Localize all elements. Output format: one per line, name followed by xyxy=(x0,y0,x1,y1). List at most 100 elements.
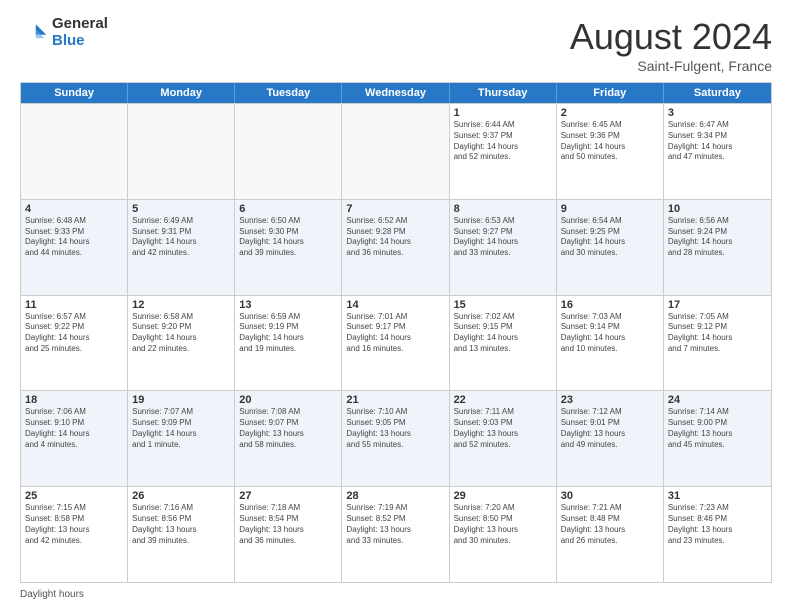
day-cell-9: 9Sunrise: 6:54 AM Sunset: 9:25 PM Daylig… xyxy=(557,200,664,295)
day-info: Sunrise: 6:44 AM Sunset: 9:37 PM Dayligh… xyxy=(454,120,552,163)
footer-label: Daylight hours xyxy=(20,589,84,600)
day-info: Sunrise: 6:54 AM Sunset: 9:25 PM Dayligh… xyxy=(561,216,659,259)
day-cell-1: 1Sunrise: 6:44 AM Sunset: 9:37 PM Daylig… xyxy=(450,104,557,199)
day-number: 18 xyxy=(25,394,123,406)
day-number: 6 xyxy=(239,203,337,215)
day-number: 14 xyxy=(346,299,444,311)
day-number: 20 xyxy=(239,394,337,406)
day-number: 13 xyxy=(239,299,337,311)
logo-blue-text: Blue xyxy=(52,33,108,50)
day-cell-16: 16Sunrise: 7:03 AM Sunset: 9:14 PM Dayli… xyxy=(557,296,664,391)
header-day-monday: Monday xyxy=(128,83,235,103)
day-info: Sunrise: 6:48 AM Sunset: 9:33 PM Dayligh… xyxy=(25,216,123,259)
day-number: 22 xyxy=(454,394,552,406)
day-info: Sunrise: 6:45 AM Sunset: 9:36 PM Dayligh… xyxy=(561,120,659,163)
day-cell-29: 29Sunrise: 7:20 AM Sunset: 8:50 PM Dayli… xyxy=(450,487,557,582)
day-cell-7: 7Sunrise: 6:52 AM Sunset: 9:28 PM Daylig… xyxy=(342,200,449,295)
day-cell-13: 13Sunrise: 6:59 AM Sunset: 9:19 PM Dayli… xyxy=(235,296,342,391)
day-cell-2: 2Sunrise: 6:45 AM Sunset: 9:36 PM Daylig… xyxy=(557,104,664,199)
day-number: 9 xyxy=(561,203,659,215)
day-info: Sunrise: 7:18 AM Sunset: 8:54 PM Dayligh… xyxy=(239,503,337,546)
day-number: 15 xyxy=(454,299,552,311)
day-number: 4 xyxy=(25,203,123,215)
day-info: Sunrise: 6:52 AM Sunset: 9:28 PM Dayligh… xyxy=(346,216,444,259)
day-number: 24 xyxy=(668,394,767,406)
day-number: 10 xyxy=(668,203,767,215)
subtitle: Saint-Fulgent, France xyxy=(570,58,772,74)
day-info: Sunrise: 7:21 AM Sunset: 8:48 PM Dayligh… xyxy=(561,503,659,546)
day-number: 8 xyxy=(454,203,552,215)
header-day-friday: Friday xyxy=(557,83,664,103)
logo-icon xyxy=(20,19,48,47)
day-info: Sunrise: 7:12 AM Sunset: 9:01 PM Dayligh… xyxy=(561,407,659,450)
calendar-body: 1Sunrise: 6:44 AM Sunset: 9:37 PM Daylig… xyxy=(21,103,771,582)
day-cell-15: 15Sunrise: 7:02 AM Sunset: 9:15 PM Dayli… xyxy=(450,296,557,391)
day-cell-22: 22Sunrise: 7:11 AM Sunset: 9:03 PM Dayli… xyxy=(450,391,557,486)
header-day-tuesday: Tuesday xyxy=(235,83,342,103)
day-cell-5: 5Sunrise: 6:49 AM Sunset: 9:31 PM Daylig… xyxy=(128,200,235,295)
header: General Blue August 2024 Saint-Fulgent, … xyxy=(20,16,772,74)
footer: Daylight hours xyxy=(20,589,772,600)
day-number: 16 xyxy=(561,299,659,311)
calendar-header: SundayMondayTuesdayWednesdayThursdayFrid… xyxy=(21,83,771,103)
calendar: SundayMondayTuesdayWednesdayThursdayFrid… xyxy=(20,82,772,583)
day-info: Sunrise: 7:20 AM Sunset: 8:50 PM Dayligh… xyxy=(454,503,552,546)
day-info: Sunrise: 7:10 AM Sunset: 9:05 PM Dayligh… xyxy=(346,407,444,450)
day-info: Sunrise: 7:15 AM Sunset: 8:58 PM Dayligh… xyxy=(25,503,123,546)
day-cell-4: 4Sunrise: 6:48 AM Sunset: 9:33 PM Daylig… xyxy=(21,200,128,295)
day-number: 17 xyxy=(668,299,767,311)
day-info: Sunrise: 7:06 AM Sunset: 9:10 PM Dayligh… xyxy=(25,407,123,450)
header-day-sunday: Sunday xyxy=(21,83,128,103)
day-number: 11 xyxy=(25,299,123,311)
day-cell-30: 30Sunrise: 7:21 AM Sunset: 8:48 PM Dayli… xyxy=(557,487,664,582)
day-info: Sunrise: 7:11 AM Sunset: 9:03 PM Dayligh… xyxy=(454,407,552,450)
day-cell-24: 24Sunrise: 7:14 AM Sunset: 9:00 PM Dayli… xyxy=(664,391,771,486)
logo-general-text: General xyxy=(52,16,108,33)
header-day-thursday: Thursday xyxy=(450,83,557,103)
day-cell-31: 31Sunrise: 7:23 AM Sunset: 8:46 PM Dayli… xyxy=(664,487,771,582)
day-number: 25 xyxy=(25,490,123,502)
day-info: Sunrise: 7:05 AM Sunset: 9:12 PM Dayligh… xyxy=(668,312,767,355)
day-number: 23 xyxy=(561,394,659,406)
day-cell-10: 10Sunrise: 6:56 AM Sunset: 9:24 PM Dayli… xyxy=(664,200,771,295)
day-cell-11: 11Sunrise: 6:57 AM Sunset: 9:22 PM Dayli… xyxy=(21,296,128,391)
day-number: 19 xyxy=(132,394,230,406)
day-number: 21 xyxy=(346,394,444,406)
day-info: Sunrise: 6:58 AM Sunset: 9:20 PM Dayligh… xyxy=(132,312,230,355)
day-cell-6: 6Sunrise: 6:50 AM Sunset: 9:30 PM Daylig… xyxy=(235,200,342,295)
day-info: Sunrise: 6:53 AM Sunset: 9:27 PM Dayligh… xyxy=(454,216,552,259)
calendar-row-5: 25Sunrise: 7:15 AM Sunset: 8:58 PM Dayli… xyxy=(21,486,771,582)
calendar-row-4: 18Sunrise: 7:06 AM Sunset: 9:10 PM Dayli… xyxy=(21,390,771,486)
day-number: 30 xyxy=(561,490,659,502)
day-info: Sunrise: 7:16 AM Sunset: 8:56 PM Dayligh… xyxy=(132,503,230,546)
day-number: 5 xyxy=(132,203,230,215)
day-number: 12 xyxy=(132,299,230,311)
day-info: Sunrise: 7:01 AM Sunset: 9:17 PM Dayligh… xyxy=(346,312,444,355)
day-cell-8: 8Sunrise: 6:53 AM Sunset: 9:27 PM Daylig… xyxy=(450,200,557,295)
day-number: 29 xyxy=(454,490,552,502)
empty-cell xyxy=(235,104,342,199)
logo: General Blue xyxy=(20,16,108,49)
day-number: 2 xyxy=(561,107,659,119)
empty-cell xyxy=(128,104,235,199)
day-number: 27 xyxy=(239,490,337,502)
day-cell-14: 14Sunrise: 7:01 AM Sunset: 9:17 PM Dayli… xyxy=(342,296,449,391)
month-title: August 2024 xyxy=(570,16,772,58)
day-number: 26 xyxy=(132,490,230,502)
day-cell-28: 28Sunrise: 7:19 AM Sunset: 8:52 PM Dayli… xyxy=(342,487,449,582)
day-info: Sunrise: 7:19 AM Sunset: 8:52 PM Dayligh… xyxy=(346,503,444,546)
day-info: Sunrise: 7:14 AM Sunset: 9:00 PM Dayligh… xyxy=(668,407,767,450)
header-day-saturday: Saturday xyxy=(664,83,771,103)
day-info: Sunrise: 6:57 AM Sunset: 9:22 PM Dayligh… xyxy=(25,312,123,355)
day-cell-27: 27Sunrise: 7:18 AM Sunset: 8:54 PM Dayli… xyxy=(235,487,342,582)
day-cell-18: 18Sunrise: 7:06 AM Sunset: 9:10 PM Dayli… xyxy=(21,391,128,486)
day-info: Sunrise: 6:59 AM Sunset: 9:19 PM Dayligh… xyxy=(239,312,337,355)
title-block: August 2024 Saint-Fulgent, France xyxy=(570,16,772,74)
calendar-row-2: 4Sunrise: 6:48 AM Sunset: 9:33 PM Daylig… xyxy=(21,199,771,295)
day-cell-25: 25Sunrise: 7:15 AM Sunset: 8:58 PM Dayli… xyxy=(21,487,128,582)
day-number: 1 xyxy=(454,107,552,119)
day-info: Sunrise: 6:56 AM Sunset: 9:24 PM Dayligh… xyxy=(668,216,767,259)
day-number: 7 xyxy=(346,203,444,215)
calendar-row-1: 1Sunrise: 6:44 AM Sunset: 9:37 PM Daylig… xyxy=(21,103,771,199)
day-info: Sunrise: 6:49 AM Sunset: 9:31 PM Dayligh… xyxy=(132,216,230,259)
